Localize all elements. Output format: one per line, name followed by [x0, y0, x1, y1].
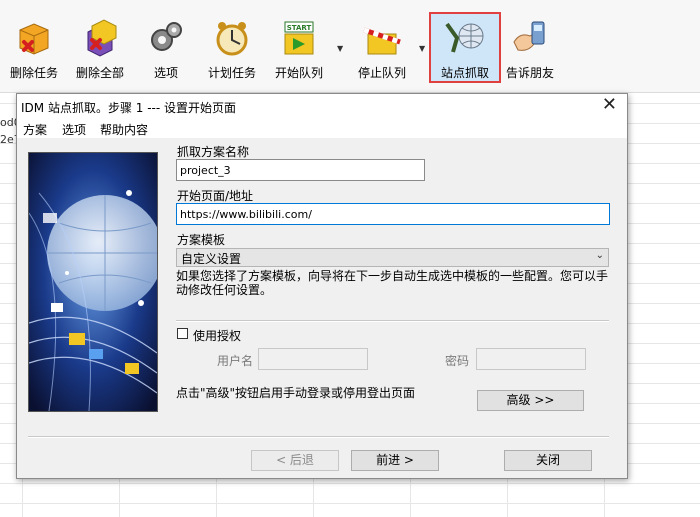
password-input[interactable]	[476, 348, 586, 370]
scheduler-label: 计划任务	[207, 66, 256, 80]
divider	[176, 320, 609, 322]
start-queue-dropdown-icon[interactable]: ▼	[337, 44, 343, 53]
use-auth-label: 使用授权	[193, 329, 242, 343]
options-gear-icon	[151, 22, 182, 51]
tell-friend-label: 告诉朋友	[505, 66, 554, 80]
delete-all-button[interactable]: 删除全部	[74, 18, 126, 82]
close-icon[interactable]: ✕	[602, 95, 617, 115]
advanced-hint: 点击"高级"按钮启用手动登录或停用登出页面	[176, 386, 416, 400]
template-select-value: 自定义设置	[181, 252, 242, 266]
project-name-input[interactable]	[176, 159, 425, 181]
dialog-menubar: 方案 选项 帮助内容	[17, 118, 627, 138]
dialog-title: IDM 站点抓取。步骤 1 --- 设置开始页面	[21, 101, 237, 115]
scheduler-clock-icon	[216, 22, 248, 56]
main-toolbar: 删除任务 删除全部 选项 计划任务 START 开始队列 ▼ 停止队列 ▼ 站点…	[0, 0, 700, 93]
start-page-url-input[interactable]	[176, 203, 610, 225]
tell-friend-button[interactable]: 告诉朋友	[504, 18, 556, 82]
stop-queue-dropdown-icon[interactable]: ▼	[419, 44, 425, 53]
delete-all-icon	[87, 19, 117, 57]
delete-task-icon	[19, 23, 49, 55]
username-label: 用户名	[217, 354, 254, 368]
password-label: 密码	[445, 354, 470, 368]
project-name-label: 抓取方案名称	[177, 145, 250, 159]
stop-queue-button[interactable]: 停止队列	[354, 18, 410, 82]
start-queue-label: 开始队列	[274, 66, 323, 80]
start-badge-text: START	[287, 24, 312, 32]
divider	[28, 436, 609, 438]
chevron-down-icon: ⌄	[595, 250, 604, 261]
menu-options[interactable]: 选项	[62, 121, 86, 138]
options-label: 选项	[153, 66, 178, 80]
back-button[interactable]: < 后退	[251, 450, 339, 471]
template-select[interactable]: 自定义设置 ⌄	[176, 248, 609, 267]
close-button[interactable]: 关闭	[504, 450, 592, 471]
start-queue-icon: START	[284, 21, 314, 55]
start-page-label: 开始页面/地址	[177, 189, 254, 203]
delete-all-label: 删除全部	[75, 66, 124, 80]
scheduler-button[interactable]: 计划任务	[206, 18, 258, 82]
site-grabber-label: 站点抓取	[440, 66, 489, 80]
site-grabber-globe-illustration	[28, 152, 158, 412]
menu-help[interactable]: 帮助内容	[100, 121, 148, 138]
stop-queue-label: 停止队列	[357, 66, 406, 80]
dialog-title-bar: IDM 站点抓取。步骤 1 --- 设置开始页面 ✕	[17, 94, 627, 118]
options-button[interactable]: 选项	[144, 18, 188, 82]
delete-task-label: 删除任务	[9, 66, 58, 80]
use-auth-checkbox[interactable]	[177, 328, 188, 339]
next-button[interactable]: 前进 >	[351, 450, 439, 471]
delete-task-button[interactable]: 删除任务	[8, 18, 60, 82]
site-grabber-button[interactable]: 站点抓取	[436, 18, 494, 82]
menu-project[interactable]: 方案	[23, 121, 47, 138]
tell-friend-icon	[513, 21, 545, 51]
site-grabber-dialog: IDM 站点抓取。步骤 1 --- 设置开始页面 ✕ 方案 选项 帮助内容 抓取…	[16, 93, 628, 479]
start-queue-button[interactable]: START 开始队列	[272, 18, 326, 82]
advanced-button[interactable]: 高级 >>	[477, 390, 584, 411]
template-label: 方案模板	[177, 233, 226, 247]
site-grabber-icon	[445, 22, 484, 53]
username-input[interactable]	[258, 348, 368, 370]
template-description: 如果您选择了方案模板，向导将在下一步自动生成选中模板的一些配置。您可以手动修改任…	[176, 269, 609, 297]
stop-queue-icon	[363, 27, 401, 55]
